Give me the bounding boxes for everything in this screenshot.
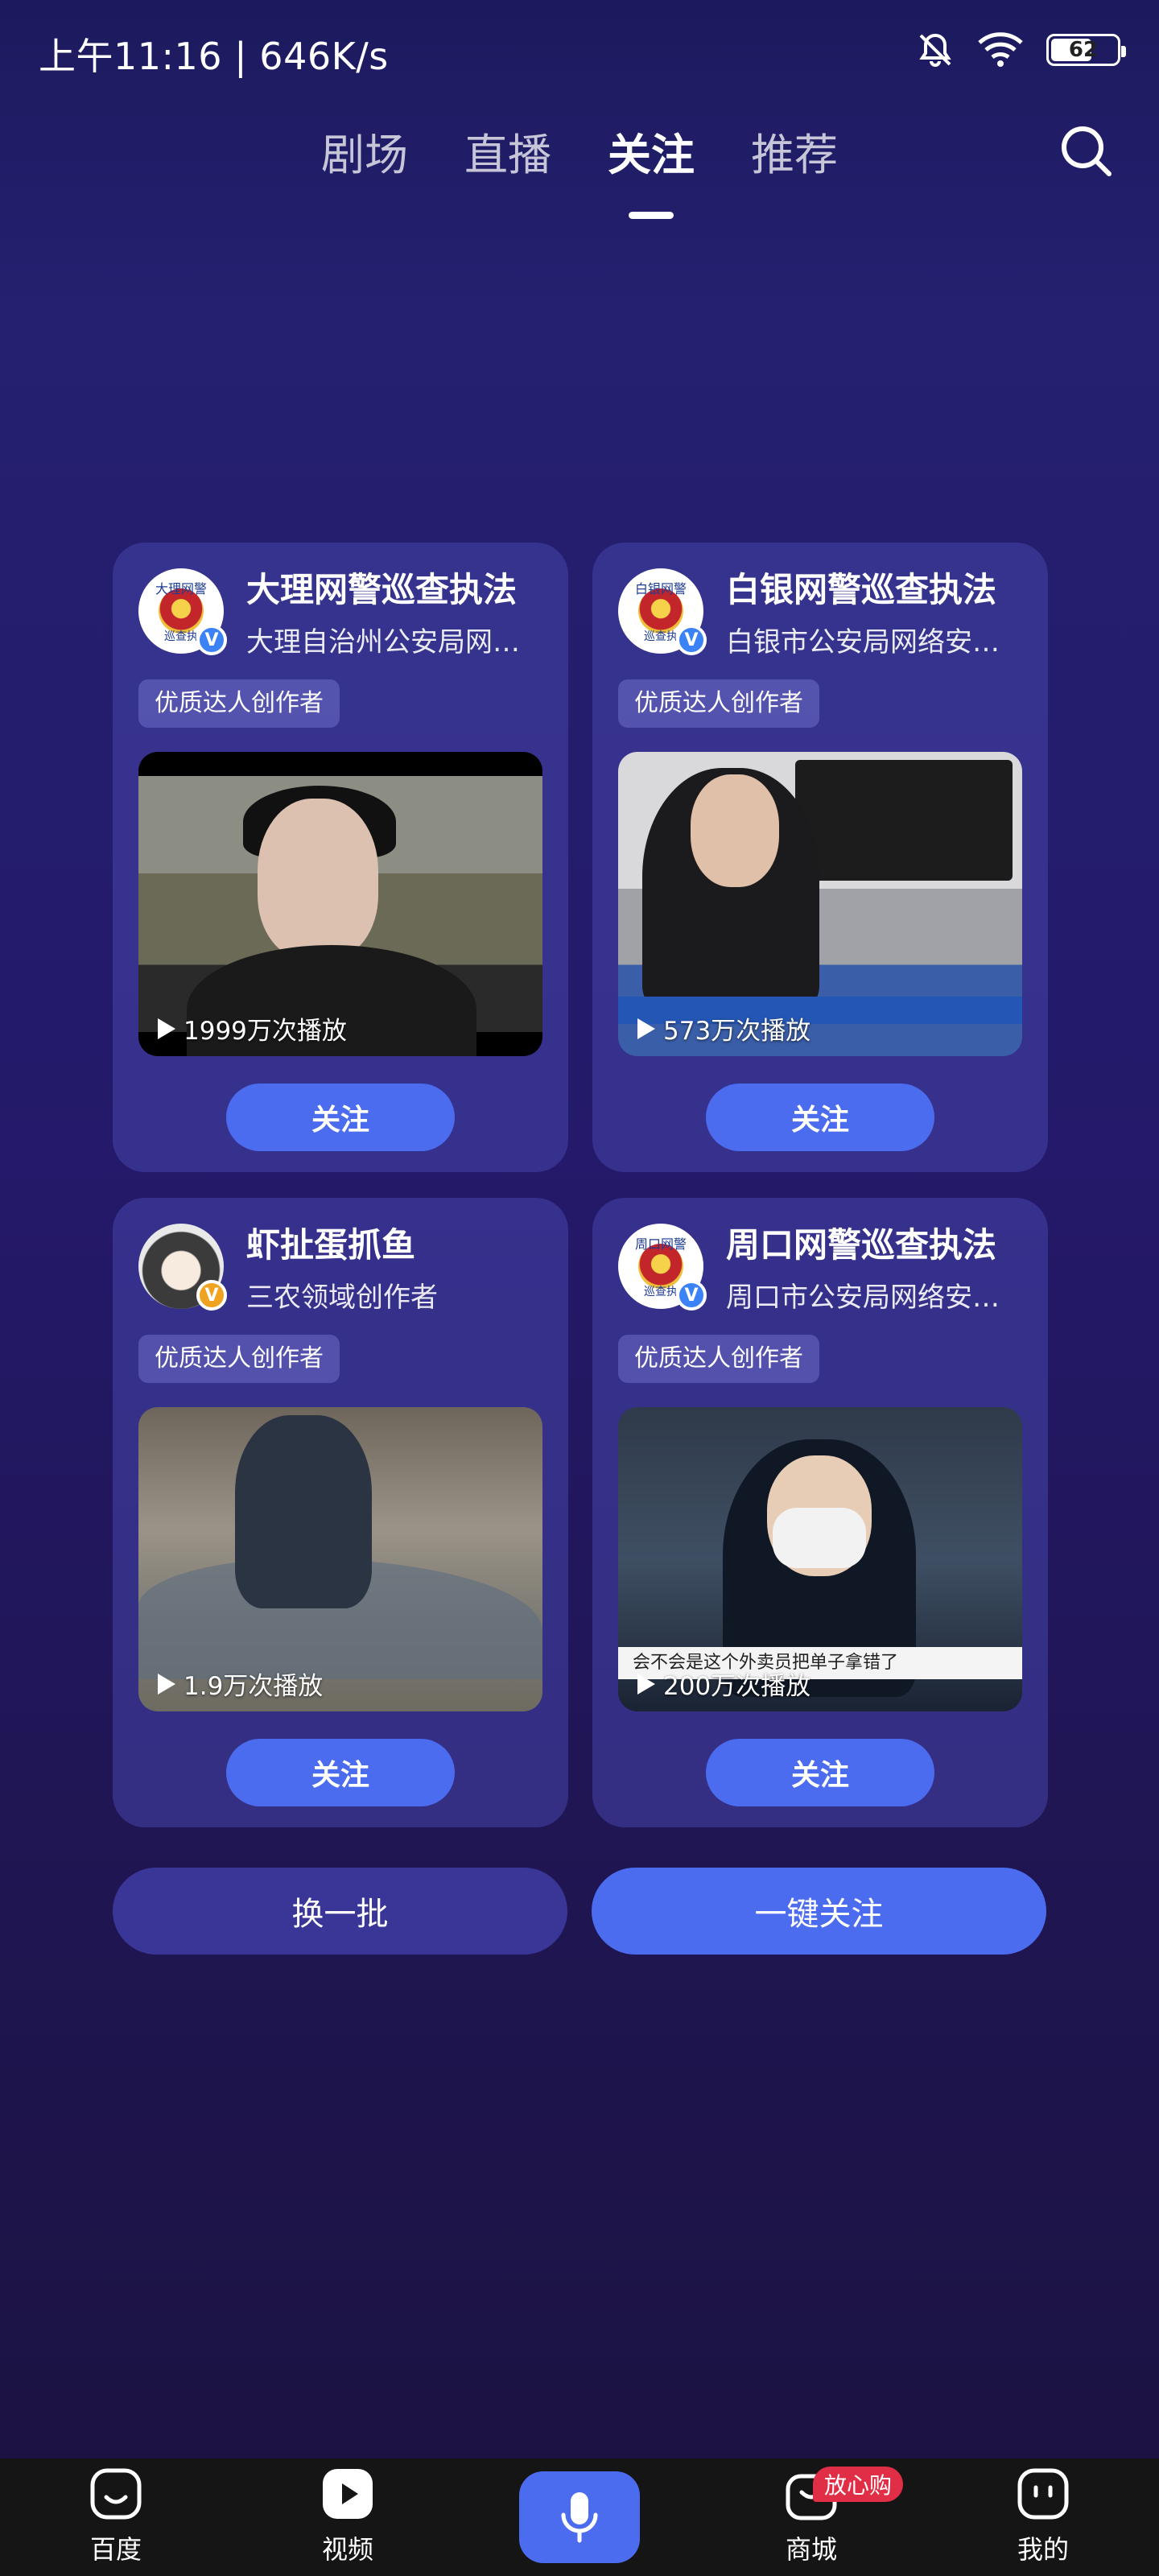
avatar[interactable]: 白银网警 巡查执 V	[618, 568, 707, 655]
status-icons: 62	[916, 31, 1126, 69]
creator-name: 大理网警巡查执法	[246, 570, 518, 609]
thumb-person-shape	[642, 768, 819, 1009]
play-icon	[158, 1018, 175, 1039]
creator-info: 白银网警巡查执法 白银市公安局网络安…	[726, 563, 1022, 659]
video-thumbnail[interactable]: 573万次播放	[618, 752, 1022, 1056]
tab-following[interactable]: 关注	[608, 119, 695, 200]
follow-all-button[interactable]: 一键关注	[592, 1868, 1046, 1955]
thumb-man-shape	[235, 1415, 372, 1608]
creator-name: 周口网警巡查执法	[726, 1225, 997, 1265]
play-count: 200万次播放	[637, 1666, 810, 1702]
creator-info: 周口网警巡查执法 周口市公安局网络安…	[726, 1218, 1022, 1315]
play-count-text: 1999万次播放	[184, 1017, 347, 1046]
creator-desc: 周口市公安局网络安…	[726, 1282, 1000, 1314]
follow-button[interactable]: 关注	[226, 1739, 455, 1806]
tab-theater[interactable]: 剧场	[321, 119, 408, 200]
nav-item-mine[interactable]: 我的	[971, 2458, 1116, 2576]
voice-search-button[interactable]	[519, 2471, 640, 2563]
mall-badge: 放心购	[813, 2467, 904, 2502]
creator-header[interactable]: 周口网警 巡查执 V 周口网警巡查执法 周口市公安局网络安…	[618, 1222, 1022, 1314]
creator-card: V 虾扯蛋抓鱼 三农领域创作者 优质达人创作者 1.9万次播放 关注	[113, 1198, 568, 1827]
creator-card: 大理网警 巡查执 V 大理网警巡查执法 大理自治州公安局网… 优质达人创作者 1…	[113, 543, 568, 1172]
creator-desc: 三农领域创作者	[246, 1282, 438, 1314]
thumb-monitor-shape	[795, 760, 1013, 881]
wifi-icon	[978, 32, 1023, 67]
play-icon	[158, 1673, 175, 1695]
thumb-face-shape	[691, 774, 779, 887]
creator-card: 白银网警 巡查执 V 白银网警巡查执法 白银市公安局网络安… 优质达人创作者 5…	[592, 543, 1048, 1172]
nav-item-video[interactable]: 视频	[275, 2458, 420, 2576]
play-count: 573万次播放	[637, 1010, 810, 1046]
nav-label: 商城	[785, 2534, 837, 2565]
avatar[interactable]: 周口网警 巡查执 V	[618, 1224, 707, 1311]
bottom-nav: 百度 视频 放心购 商城 我的	[0, 2458, 1159, 2576]
smile-face-icon	[90, 2468, 142, 2520]
microphone-icon	[561, 2492, 598, 2543]
creator-header[interactable]: 白银网警 巡查执 V 白银网警巡查执法 白银市公安局网络安…	[618, 567, 1022, 658]
status-bar: 上午11:16 | 646K/s 62	[0, 0, 1159, 105]
mute-bell-icon	[919, 33, 951, 67]
follow-button[interactable]: 关注	[706, 1739, 934, 1806]
video-thumbnail[interactable]: 会不会是这个外卖员把单子拿错了 200万次播放	[618, 1407, 1022, 1711]
creator-card: 周口网警 巡查执 V 周口网警巡查执法 周口市公安局网络安… 优质达人创作者 会…	[592, 1198, 1048, 1827]
play-count: 1999万次播放	[158, 1010, 347, 1046]
battery-icon: 62	[1046, 34, 1126, 66]
search-icon[interactable]	[1058, 122, 1114, 179]
creator-name: 白银网警巡查执法	[726, 570, 997, 609]
action-buttons: 换一批 一键关注	[113, 1868, 1046, 1955]
play-icon	[637, 1673, 655, 1695]
play-count: 1.9万次播放	[158, 1666, 323, 1702]
creator-header[interactable]: V 虾扯蛋抓鱼 三农领域创作者	[138, 1222, 542, 1314]
verified-badge-icon: V	[676, 625, 707, 655]
avatar-text-top: 白银网警	[634, 581, 687, 597]
avatar[interactable]: 大理网警 巡查执 V	[138, 568, 227, 655]
verified-badge-icon: V	[676, 1280, 707, 1311]
tab-recommend[interactable]: 推荐	[751, 119, 838, 200]
avatar[interactable]: V	[138, 1224, 227, 1311]
creator-desc: 白银市公安局网络安…	[726, 626, 1000, 658]
creator-tag: 优质达人创作者	[138, 1335, 340, 1383]
creator-tag: 优质达人创作者	[138, 679, 340, 728]
creator-name: 虾扯蛋抓鱼	[246, 1225, 416, 1265]
nav-item-baidu[interactable]: 百度	[43, 2458, 188, 2576]
nav-item-mall[interactable]: 放心购 商城	[739, 2458, 904, 2576]
refresh-batch-button[interactable]: 换一批	[113, 1868, 567, 1955]
play-count-text: 1.9万次播放	[184, 1672, 324, 1701]
battery-level: 62	[1068, 38, 1099, 62]
creator-desc: 大理自治州公安局网…	[246, 626, 520, 658]
creator-header[interactable]: 大理网警 巡查执 V 大理网警巡查执法 大理自治州公安局网…	[138, 567, 542, 658]
play-icon	[637, 1018, 655, 1039]
play-count-text: 573万次播放	[663, 1017, 811, 1046]
avatar-text-top: 周口网警	[634, 1236, 687, 1252]
top-tabs: 剧场 直播 关注 推荐	[0, 119, 1159, 200]
verified-badge-icon: V	[196, 1280, 227, 1311]
tab-live[interactable]: 直播	[464, 119, 551, 200]
nav-label: 视频	[321, 2534, 373, 2565]
avatar-text-top: 大理网警	[155, 581, 207, 597]
profile-face-icon	[1017, 2468, 1069, 2520]
follow-button[interactable]: 关注	[226, 1084, 455, 1151]
creator-tag: 优质达人创作者	[618, 1335, 819, 1383]
verified-badge-icon: V	[196, 625, 227, 655]
thumb-head-shape	[258, 799, 378, 960]
video-thumbnail[interactable]: 1999万次播放	[138, 752, 542, 1056]
thumb-mask-shape	[773, 1508, 866, 1568]
nav-label: 百度	[89, 2534, 142, 2565]
video-thumbnail[interactable]: 1.9万次播放	[138, 1407, 542, 1711]
play-video-icon	[323, 2469, 373, 2519]
play-count-text: 200万次播放	[663, 1672, 811, 1701]
status-time-speed: 上午11:16 | 646K/s	[39, 35, 389, 78]
nav-label: 我的	[1017, 2534, 1069, 2565]
creator-tag: 优质达人创作者	[618, 679, 819, 728]
nav-item-voice[interactable]	[507, 2458, 652, 2576]
creator-info: 虾扯蛋抓鱼 三农领域创作者	[246, 1218, 542, 1315]
creator-info: 大理网警巡查执法 大理自治州公安局网…	[246, 563, 542, 659]
follow-button[interactable]: 关注	[706, 1084, 934, 1151]
creator-grid: 大理网警 巡查执 V 大理网警巡查执法 大理自治州公安局网… 优质达人创作者 1…	[113, 543, 1048, 1827]
